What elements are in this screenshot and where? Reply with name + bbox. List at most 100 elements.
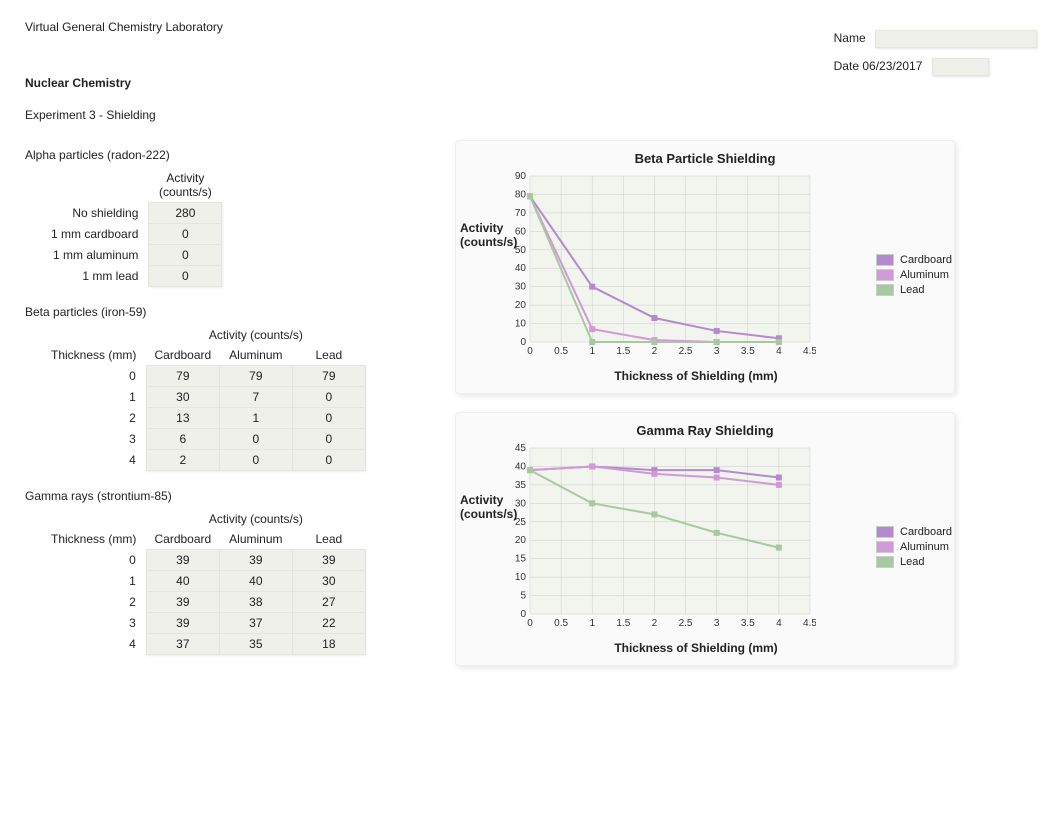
- name-label: Name: [834, 31, 866, 45]
- svg-text:0: 0: [527, 618, 533, 629]
- name-field[interactable]: [875, 30, 1037, 48]
- experiment-title: Experiment 3 - Shielding: [25, 108, 1037, 122]
- legend-item: Lead: [876, 284, 952, 296]
- svg-text:3: 3: [714, 346, 720, 357]
- activity-cell[interactable]: 37: [146, 634, 219, 655]
- legend-item: Aluminum: [876, 541, 952, 553]
- svg-text:2: 2: [652, 618, 658, 629]
- beta-mat-1: Aluminum: [219, 345, 292, 366]
- activity-cell[interactable]: 6: [146, 429, 219, 450]
- svg-text:1: 1: [589, 618, 595, 629]
- beta-mat-2: Lead: [292, 345, 365, 366]
- page-title: Virtual General Chemistry Laboratory: [25, 20, 223, 64]
- legend-label: Cardboard: [900, 526, 952, 538]
- activity-cell[interactable]: 40: [146, 571, 219, 592]
- activity-cell[interactable]: 39: [146, 550, 219, 571]
- svg-text:2.5: 2.5: [679, 346, 693, 357]
- svg-text:0: 0: [527, 346, 533, 357]
- svg-text:10: 10: [515, 572, 527, 583]
- activity-cell[interactable]: 79: [219, 366, 292, 387]
- beta-section: Beta particles (iron-59): [25, 305, 425, 319]
- activity-cell[interactable]: 38: [219, 592, 292, 613]
- activity-cell[interactable]: 39: [146, 592, 219, 613]
- alpha-row-label: 1 mm lead: [45, 266, 149, 287]
- activity-cell[interactable]: 35: [219, 634, 292, 655]
- gamma-thickness-header: Thickness (mm): [45, 529, 146, 550]
- activity-cell[interactable]: 1: [219, 408, 292, 429]
- svg-text:3.5: 3.5: [741, 346, 755, 357]
- thickness-value: 3: [45, 613, 146, 634]
- activity-cell[interactable]: 79: [292, 366, 365, 387]
- activity-cell[interactable]: 39: [146, 613, 219, 634]
- alpha-table: Activity (counts/s) No shielding 2801 mm…: [45, 168, 222, 287]
- beta-group-header: Activity (counts/s): [146, 325, 365, 345]
- svg-text:0.5: 0.5: [554, 346, 568, 357]
- gamma-group-header: Activity (counts/s): [146, 509, 365, 529]
- chart-svg: 05101520253035404500.511.522.533.544.5: [496, 442, 816, 632]
- alpha-row-value[interactable]: 0: [149, 245, 222, 266]
- svg-text:3: 3: [714, 618, 720, 629]
- activity-cell[interactable]: 30: [146, 387, 219, 408]
- thickness-value: 1: [45, 387, 146, 408]
- activity-cell[interactable]: 0: [292, 450, 365, 471]
- legend-label: Aluminum: [900, 269, 949, 281]
- beta-table: Activity (counts/s) Thickness (mm) Cardb…: [45, 325, 366, 471]
- activity-cell[interactable]: 30: [292, 571, 365, 592]
- alpha-row-value[interactable]: 280: [149, 203, 222, 224]
- date-value: 06/23/2017: [862, 59, 922, 73]
- legend-item: Lead: [876, 556, 952, 568]
- svg-text:1.5: 1.5: [616, 618, 630, 629]
- activity-cell[interactable]: 0: [219, 450, 292, 471]
- activity-cell[interactable]: 18: [292, 634, 365, 655]
- thickness-value: 2: [45, 592, 146, 613]
- chart-ylabel: Activity (counts/s): [460, 493, 500, 521]
- svg-text:80: 80: [515, 189, 527, 200]
- svg-text:4: 4: [776, 618, 782, 629]
- svg-text:15: 15: [515, 554, 527, 565]
- thickness-value: 4: [45, 450, 146, 471]
- gamma-mat-1: Aluminum: [219, 529, 292, 550]
- activity-cell[interactable]: 27: [292, 592, 365, 613]
- activity-cell[interactable]: 37: [219, 613, 292, 634]
- activity-cell[interactable]: 2: [146, 450, 219, 471]
- svg-text:3.5: 3.5: [741, 618, 755, 629]
- subject: Nuclear Chemistry: [25, 76, 1037, 90]
- activity-cell[interactable]: 0: [292, 408, 365, 429]
- activity-cell[interactable]: 7: [219, 387, 292, 408]
- beta-mat-0: Cardboard: [146, 345, 219, 366]
- date-label: Date: [834, 59, 859, 73]
- svg-text:2: 2: [652, 346, 658, 357]
- legend-label: Lead: [900, 556, 924, 568]
- gamma-mat-0: Cardboard: [146, 529, 219, 550]
- activity-cell[interactable]: 22: [292, 613, 365, 634]
- svg-text:4.5: 4.5: [803, 346, 816, 357]
- svg-text:2.5: 2.5: [679, 618, 693, 629]
- svg-text:0.5: 0.5: [554, 618, 568, 629]
- thickness-value: 0: [45, 550, 146, 571]
- chart-box: Beta Particle Shielding Activity (counts…: [455, 140, 955, 394]
- activity-cell[interactable]: 39: [219, 550, 292, 571]
- legend-item: Cardboard: [876, 254, 952, 266]
- alpha-row-label: 1 mm cardboard: [45, 224, 149, 245]
- chart-title: Beta Particle Shielding: [466, 151, 944, 166]
- chart-legend: Cardboard Aluminum Lead: [876, 526, 952, 571]
- svg-text:4.5: 4.5: [803, 618, 816, 629]
- svg-text:1: 1: [589, 346, 595, 357]
- alpha-row-value[interactable]: 0: [149, 266, 222, 287]
- activity-cell[interactable]: 79: [146, 366, 219, 387]
- gamma-section: Gamma rays (strontium-85): [25, 489, 425, 503]
- activity-cell[interactable]: 0: [292, 387, 365, 408]
- alpha-row-label: No shielding: [45, 203, 149, 224]
- beta-thickness-header: Thickness (mm): [45, 345, 146, 366]
- svg-text:20: 20: [515, 300, 527, 311]
- activity-cell[interactable]: 0: [292, 429, 365, 450]
- activity-cell[interactable]: 13: [146, 408, 219, 429]
- alpha-row-value[interactable]: 0: [149, 224, 222, 245]
- svg-text:40: 40: [515, 461, 527, 472]
- thickness-value: 3: [45, 429, 146, 450]
- chart-xlabel: Thickness of Shielding (mm): [536, 369, 856, 383]
- activity-cell[interactable]: 39: [292, 550, 365, 571]
- date-field[interactable]: [932, 58, 989, 76]
- activity-cell[interactable]: 40: [219, 571, 292, 592]
- activity-cell[interactable]: 0: [219, 429, 292, 450]
